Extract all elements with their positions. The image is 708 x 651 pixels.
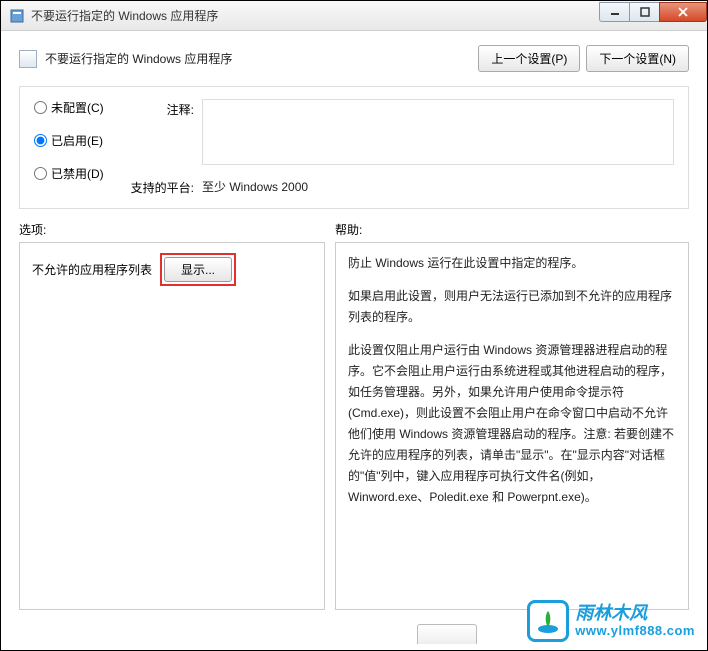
policy-icon xyxy=(19,50,37,68)
header: 不要运行指定的 Windows 应用程序 上一个设置(P) 下一个设置(N) xyxy=(1,31,707,82)
radio-disabled-label: 已禁用(D) xyxy=(51,165,104,182)
footer-button-partial[interactable] xyxy=(417,624,477,644)
radio-disabled[interactable]: 已禁用(D) xyxy=(34,165,126,182)
show-button-highlight: 显示... xyxy=(160,253,236,286)
radio-unconfigured[interactable]: 未配置(C) xyxy=(34,99,126,116)
close-button[interactable] xyxy=(659,2,707,22)
watermark: 雨林木风 www.ylmf888.com xyxy=(527,600,695,642)
prev-setting-button[interactable]: 上一个设置(P) xyxy=(478,45,580,72)
watermark-logo-icon xyxy=(527,600,569,642)
radio-enabled-label: 已启用(E) xyxy=(51,132,103,149)
radio-unconfigured-input[interactable] xyxy=(34,101,47,114)
options-label: 选项: xyxy=(19,221,335,238)
platform-value: 至少 Windows 2000 xyxy=(202,177,308,196)
minimize-button[interactable] xyxy=(599,2,629,22)
radio-enabled-input[interactable] xyxy=(34,134,47,147)
help-paragraph-3: 此设置仅阻止用户运行由 Windows 资源管理器进程启动的程序。它不会阻止用户… xyxy=(348,340,676,508)
show-button[interactable]: 显示... xyxy=(164,257,232,282)
config-panel: 未配置(C) 已启用(E) 已禁用(D) 注释: 支持的平台: 至少 Windo… xyxy=(19,86,689,209)
app-icon xyxy=(9,8,25,24)
platform-label: 支持的平台: xyxy=(126,177,202,196)
help-paragraph-2: 如果启用此设置，则用户无法运行已添加到不允许的应用程序列表的程序。 xyxy=(348,286,676,328)
window-controls xyxy=(599,1,707,30)
watermark-name: 雨林木风 xyxy=(575,604,695,624)
next-setting-button[interactable]: 下一个设置(N) xyxy=(586,45,689,72)
options-panel: 不允许的应用程序列表 显示... xyxy=(19,242,325,610)
radio-enabled[interactable]: 已启用(E) xyxy=(34,132,126,149)
radio-unconfigured-label: 未配置(C) xyxy=(51,99,104,116)
titlebar: 不要运行指定的 Windows 应用程序 xyxy=(1,1,707,31)
comment-label: 注释: xyxy=(126,99,202,165)
help-paragraph-1: 防止 Windows 运行在此设置中指定的程序。 xyxy=(348,253,676,274)
watermark-url: www.ylmf888.com xyxy=(575,624,695,638)
comment-textbox[interactable] xyxy=(202,99,674,165)
disallowed-list-label: 不允许的应用程序列表 xyxy=(32,261,152,278)
radio-disabled-input[interactable] xyxy=(34,167,47,180)
help-panel: 防止 Windows 运行在此设置中指定的程序。 如果启用此设置，则用户无法运行… xyxy=(335,242,689,610)
window-title: 不要运行指定的 Windows 应用程序 xyxy=(31,7,218,24)
maximize-button[interactable] xyxy=(629,2,659,22)
section-labels: 选项: 帮助: xyxy=(19,221,689,238)
help-label: 帮助: xyxy=(335,221,362,238)
page-title: 不要运行指定的 Windows 应用程序 xyxy=(45,50,232,67)
